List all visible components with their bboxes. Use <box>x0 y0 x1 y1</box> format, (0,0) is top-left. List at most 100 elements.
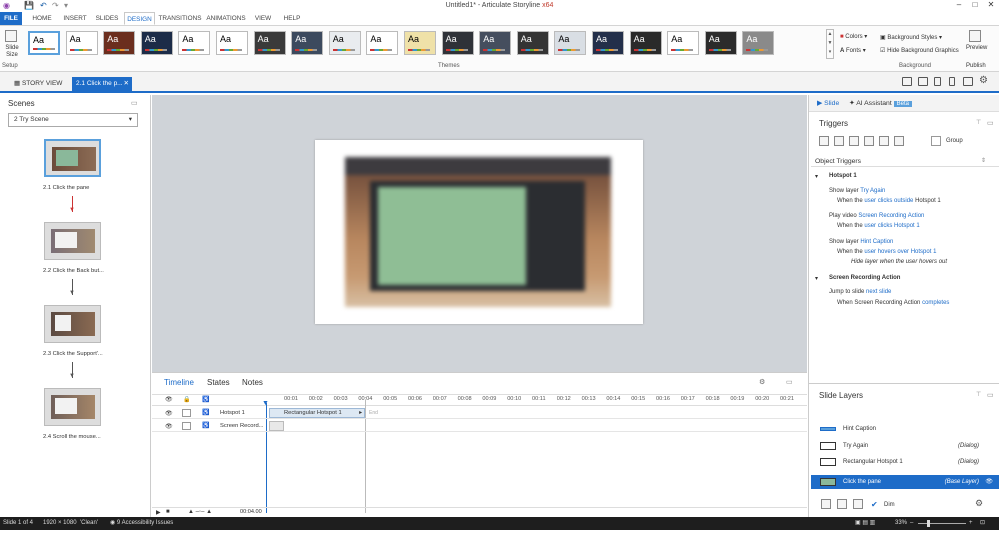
eye-icon[interactable]: 👁 <box>165 396 173 403</box>
theme-thumb-11[interactable]: Aa <box>404 31 436 55</box>
zoom-thumb[interactable] <box>927 520 930 527</box>
eye-icon[interactable]: 👁 <box>985 475 993 489</box>
edit-trigger-icon[interactable] <box>834 136 844 146</box>
zoom-in-icon[interactable]: + <box>969 517 973 530</box>
gallery-scroll[interactable]: ▲ ▼ ▾ <box>826 29 834 59</box>
tab-states[interactable]: States <box>207 378 230 387</box>
menu-transitions[interactable]: TRANSITIONS <box>158 12 202 25</box>
timeline-settings-icon[interactable]: ⚙ <box>759 378 765 386</box>
close-icon[interactable]: ✕ <box>984 0 998 11</box>
menu-insert[interactable]: INSERT <box>60 12 90 25</box>
theme-thumb-17[interactable]: Aa <box>629 31 662 55</box>
duplicate-layer-icon[interactable] <box>837 499 847 509</box>
trigger-1[interactable]: Show layer Try Again <box>829 188 885 194</box>
preview-button[interactable]: Preview <box>966 45 987 51</box>
dim-checkbox-icon[interactable]: ✔ <box>871 500 878 509</box>
zoom-slider[interactable] <box>918 523 966 524</box>
layer-rectangular-hotspot[interactable]: Rectangular Hotspot 1 (Dialog) <box>811 455 999 469</box>
lock-icon[interactable]: 🔒 <box>183 396 190 403</box>
preview-icon[interactable] <box>969 30 981 42</box>
trigger-2[interactable]: Play video Screen Recording Action <box>829 213 924 219</box>
panel-menu-icon[interactable]: ▭ <box>987 391 994 399</box>
layer-base[interactable]: Click the pane (Base Layer) 👁 <box>811 475 999 489</box>
accessibility-icon[interactable]: ♿ <box>202 422 209 429</box>
new-layer-icon[interactable] <box>821 499 831 509</box>
slide-thumb-4[interactable] <box>44 388 101 426</box>
timeline-bar[interactable] <box>269 421 284 431</box>
scene-select[interactable]: 2 Try Scene ▾ <box>8 113 138 127</box>
accessibility-icon[interactable]: ♿ <box>202 409 209 416</box>
fonts-button[interactable]: A Fonts ▾ <box>840 47 866 54</box>
slide-thumb-3[interactable] <box>44 305 101 343</box>
lock-checkbox[interactable] <box>182 409 191 417</box>
background-styles-button[interactable]: ▣ Background Styles ▾ <box>880 34 942 41</box>
theme-thumb-7[interactable]: Aa <box>253 31 286 55</box>
collapse-icon[interactable]: ⇕ <box>981 157 986 164</box>
theme-thumb-14[interactable]: Aa <box>516 31 549 55</box>
hotspot-pane[interactable] <box>378 187 526 285</box>
menu-home[interactable]: HOME <box>28 12 56 25</box>
view-phone-icon[interactable] <box>949 77 955 86</box>
colors-button[interactable]: ■ Colors ▾ <box>840 33 867 40</box>
slide-thumb-2[interactable] <box>44 222 101 260</box>
layer-hint-caption[interactable]: Hint Caption <box>811 422 999 436</box>
minimize-icon[interactable]: – <box>952 0 966 11</box>
trigger-3[interactable]: Show layer Hint Caption <box>829 239 893 245</box>
paste-trigger-icon[interactable] <box>864 136 874 146</box>
settings-gear-icon[interactable]: ⚙ <box>979 75 988 86</box>
slide-size-icon[interactable] <box>5 30 17 42</box>
pin-icon[interactable]: ⊤ <box>976 119 981 126</box>
trigger-4-condition[interactable]: When Screen Recording Action completes <box>837 300 949 306</box>
close-tab-icon[interactable]: ✕ <box>124 77 129 91</box>
play-icon[interactable]: ▶ <box>156 509 161 516</box>
tab-ai-assistant[interactable]: ✦ AI Assistant Beta <box>849 99 912 107</box>
theme-thumb-10[interactable]: Aa <box>366 31 399 55</box>
slide-stage[interactable] <box>315 140 643 324</box>
theme-thumb-12[interactable]: Aa <box>441 31 474 55</box>
menu-slides[interactable]: SLIDES <box>93 12 121 25</box>
trigger-4[interactable]: Jump to slide next slide <box>829 289 891 295</box>
publish-button[interactable]: Publish <box>966 63 986 69</box>
tab-timeline[interactable]: Timeline <box>164 378 194 387</box>
theme-thumb-16[interactable]: Aa <box>592 31 624 55</box>
tab-slide[interactable]: ▶ Slide <box>817 99 839 107</box>
accessibility-issues[interactable]: ◉ 9 Accessibility Issues <box>110 517 173 530</box>
slide-size-button[interactable]: Slide Size <box>3 45 21 59</box>
delete-layer-icon[interactable] <box>853 499 863 509</box>
move-trigger-icon[interactable] <box>894 136 904 146</box>
theme-thumb-20[interactable]: Aa <box>742 31 775 55</box>
hide-background-checkbox[interactable]: ☑ Hide Background Graphics <box>880 47 959 54</box>
theme-thumb-9[interactable]: Aa <box>328 31 361 55</box>
slide-thumb-1[interactable] <box>44 139 101 177</box>
eye-icon[interactable]: 👁 <box>165 410 173 417</box>
collapse-icon[interactable]: ▾ <box>815 173 818 180</box>
stop-icon[interactable]: ■ <box>166 509 170 515</box>
timeline-row[interactable]: 👁 ♿ Hotspot 1 Rectangular Hotspot 1 ▸ End <box>152 407 807 419</box>
timeline-row[interactable]: 👁 ♿ Screen Record... <box>152 420 807 432</box>
screen-recording-video[interactable] <box>345 157 611 307</box>
menu-animations[interactable]: ANIMATIONS <box>205 12 247 25</box>
panel-menu-icon[interactable]: ▭ <box>987 119 994 127</box>
trigger-3-condition[interactable]: When the user hovers over Hotspot 1 <box>837 249 936 255</box>
pin-icon[interactable]: ⊤ <box>976 391 981 398</box>
zoom-slider[interactable]: ▲ –◦– ▲ <box>188 509 212 515</box>
view-tablet-icon[interactable] <box>934 77 941 86</box>
theme-thumb-1[interactable]: Aa <box>28 31 60 55</box>
menu-file[interactable]: FILE <box>0 12 22 25</box>
maximize-icon[interactable]: □ <box>968 0 982 11</box>
theme-thumb-5[interactable]: Aa <box>178 31 211 55</box>
menu-design[interactable]: DESIGN <box>124 12 155 25</box>
view-normal-icon[interactable] <box>902 77 912 86</box>
theme-thumb-15[interactable]: Aa <box>554 31 587 55</box>
group-checkbox[interactable] <box>931 136 941 146</box>
theme-thumb-8[interactable]: Aa <box>291 31 324 55</box>
timeline-bar[interactable]: Rectangular Hotspot 1 ▸ <box>269 408 365 418</box>
expand-icon[interactable]: ▸ <box>359 409 362 417</box>
lock-checkbox[interactable] <box>182 422 191 430</box>
fit-icon[interactable]: ⊡ <box>980 517 985 530</box>
theme-thumb-19[interactable]: Aa <box>704 31 737 55</box>
panel-menu-icon[interactable]: ▭ <box>786 378 793 386</box>
zoom-out-icon[interactable]: – <box>910 517 913 530</box>
delete-trigger-icon[interactable] <box>879 136 889 146</box>
layer-settings-gear-icon[interactable]: ⚙ <box>975 498 983 509</box>
